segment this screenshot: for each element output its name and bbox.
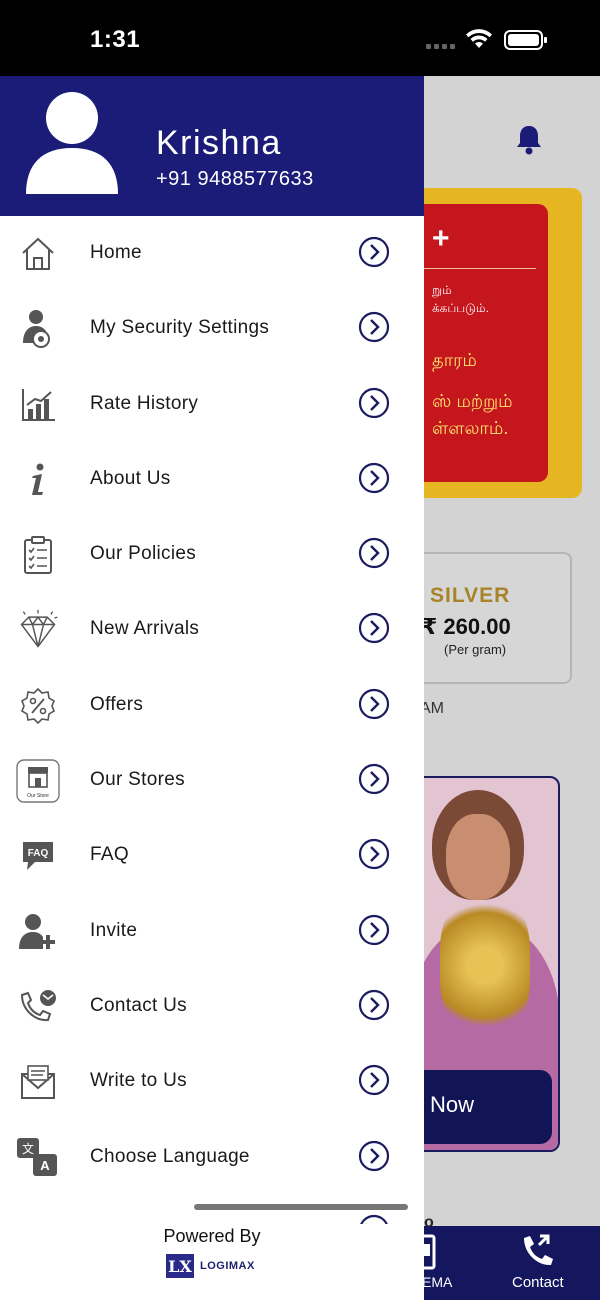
model-image <box>440 890 530 1040</box>
menu-item-contact-us[interactable]: Contact Us <box>0 969 424 1044</box>
promo-headline: ஸ் மற்றும் <box>432 391 513 411</box>
chevron-right-icon[interactable] <box>358 462 390 494</box>
svg-text:A: A <box>40 1158 50 1173</box>
status-bar: 1:31 <box>0 0 600 76</box>
clipboard-icon <box>16 533 60 577</box>
menu-label: Rate History <box>90 392 199 414</box>
promo-headline: ள்ளலாம். <box>432 418 509 438</box>
drawer-menu: Home My Security Settings Rate History A… <box>0 216 424 1195</box>
drawer-header: Krishna +91 9488577633 <box>0 76 424 216</box>
store-icon-caption: Our Store <box>27 793 49 799</box>
promo-banner[interactable]: + றும் க்கப்படும். தாரம் ஸ் மற்றும் ள்ளல… <box>404 188 582 498</box>
shop-now-button[interactable]: Now <box>406 1070 552 1144</box>
brand-logo: LX LOGIMAX <box>166 1254 255 1278</box>
product-banner[interactable]: Now <box>404 776 560 1152</box>
faq-icon: FAQ <box>16 834 60 878</box>
menu-item-offers[interactable]: Offers <box>0 668 424 743</box>
avatar-icon[interactable] <box>24 90 120 196</box>
menu-item-home[interactable]: Home <box>0 216 424 291</box>
chevron-right-icon[interactable] <box>358 1140 390 1172</box>
silver-label: SILVER <box>430 584 511 607</box>
svg-text:文: 文 <box>22 1141 34 1156</box>
menu-item-our-policies[interactable]: Our Policies <box>0 517 424 592</box>
silver-unit: (Per gram) <box>444 642 507 657</box>
bottom-navigation: EMA Contact <box>404 1226 600 1300</box>
menu-item-new-arrivals[interactable]: New Arrivals <box>0 592 424 667</box>
chevron-right-icon[interactable] <box>358 612 390 644</box>
svg-text:FAQ: FAQ <box>28 848 49 859</box>
store-icon: Our Store <box>16 759 60 803</box>
promo-text: க்கப்படும். <box>432 301 489 315</box>
chevron-right-icon[interactable] <box>358 763 390 795</box>
menu-item-choose-language[interactable]: 文A Choose Language <box>0 1120 424 1195</box>
brand-logo-text: LOGIMAX <box>200 1260 255 1272</box>
menu-item-about-us[interactable]: About Us <box>0 442 424 517</box>
envelope-icon <box>16 1060 60 1104</box>
phone-call-icon[interactable] <box>516 1232 560 1272</box>
promo-headline: தாரம் <box>432 350 477 370</box>
chevron-right-icon[interactable] <box>358 989 390 1021</box>
diamond-icon <box>16 608 60 652</box>
nav-label-contact[interactable]: Contact <box>512 1274 564 1291</box>
language-icon: 文A <box>16 1136 60 1180</box>
promo-text: றும் <box>432 283 452 297</box>
nav-label-ema[interactable]: EMA <box>422 1274 452 1290</box>
menu-label: My Security Settings <box>90 317 270 339</box>
promo-plus: + <box>432 222 450 255</box>
menu-label: FAQ <box>90 844 129 866</box>
menu-label: Our Policies <box>90 543 197 565</box>
wifi-icon <box>466 29 492 48</box>
powered-by-text: Powered By <box>163 1226 261 1246</box>
menu-label: Offers <box>90 693 144 715</box>
chevron-right-icon[interactable] <box>358 537 390 569</box>
menu-label: New Arrivals <box>90 618 200 640</box>
battery-icon <box>504 30 547 50</box>
invite-icon <box>16 910 60 954</box>
user-name: Krishna <box>156 124 282 162</box>
cellular-signal-icon <box>426 44 455 49</box>
security-settings-icon <box>16 307 60 351</box>
promo-card: + றும் க்கப்படும். தாரம் ஸ் மற்றும் ள்ளல… <box>404 204 548 482</box>
menu-label: Invite <box>90 919 138 941</box>
user-phone: +91 9488577633 <box>156 168 314 190</box>
home-indicator[interactable] <box>194 1204 408 1210</box>
menu-label: Our Stores <box>90 769 185 791</box>
silver-price: ₹ 260.00 <box>422 614 511 639</box>
menu-item-our-stores[interactable]: Our Store Our Stores <box>0 743 424 818</box>
chart-icon <box>16 383 60 427</box>
discount-badge-icon <box>16 684 60 728</box>
chevron-right-icon[interactable] <box>358 838 390 870</box>
menu-label: Choose Language <box>90 1145 250 1167</box>
chevron-right-icon[interactable] <box>358 688 390 720</box>
navigation-drawer: Krishna +91 9488577633 Home My Security … <box>0 76 424 1300</box>
menu-label: Write to Us <box>90 1070 187 1092</box>
menu-label: Home <box>90 242 142 263</box>
chevron-right-icon[interactable] <box>358 387 390 419</box>
model-image <box>446 814 510 900</box>
silver-rate-card: SILVER ₹ 260.00 (Per gram) <box>404 552 572 684</box>
status-time: 1:31 <box>90 26 141 53</box>
chevron-right-icon[interactable] <box>358 236 390 268</box>
menu-item-security-settings[interactable]: My Security Settings <box>0 291 424 366</box>
info-icon <box>16 458 60 502</box>
brand-logo-mark: LX <box>166 1254 194 1278</box>
menu-item-write-to-us[interactable]: Write to Us <box>0 1044 424 1119</box>
chevron-right-icon[interactable] <box>358 311 390 343</box>
notification-bell-icon[interactable] <box>512 122 546 156</box>
contact-icon <box>16 985 60 1029</box>
chevron-right-icon[interactable] <box>358 1064 390 1096</box>
menu-item-rate-history[interactable]: Rate History <box>0 367 424 442</box>
menu-item-invite[interactable]: Invite <box>0 894 424 969</box>
chevron-right-icon <box>358 1214 388 1224</box>
menu-item-faq[interactable]: FAQ FAQ <box>0 818 424 893</box>
menu-label: About Us <box>90 467 171 489</box>
chevron-right-icon[interactable] <box>358 914 390 946</box>
home-icon <box>16 232 60 276</box>
menu-label: Contact Us <box>90 994 187 1016</box>
